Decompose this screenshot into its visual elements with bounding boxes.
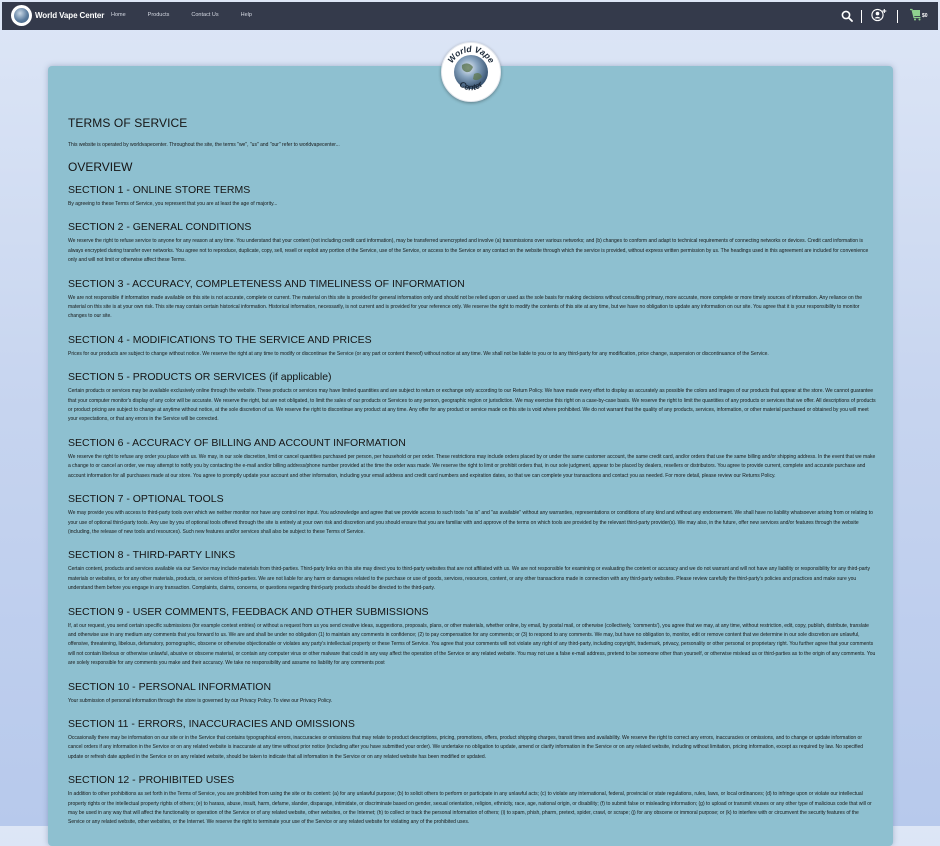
section-12: SECTION 12 - PROHIBITED USES In addition… <box>68 774 876 828</box>
nav-link-home[interactable]: Home <box>111 12 126 18</box>
section-heading: SECTION 2 - GENERAL CONDITIONS <box>68 221 252 234</box>
site-logo[interactable]: World Vape Center <box>441 42 501 102</box>
section-text: In addition to other prohibitions as set… <box>68 791 872 826</box>
section-heading: SECTION 7 - OPTIONAL TOOLS <box>68 493 224 506</box>
section-6: SECTION 6 - ACCURACY OF BILLING AND ACCO… <box>68 437 876 481</box>
section-text: Your submission of personal information … <box>68 697 333 704</box>
section-heading: SECTION 3 - ACCURACY, COMPLETENESS AND T… <box>68 277 465 290</box>
brand-name[interactable]: World Vape Center <box>35 11 104 20</box>
section-heading: SECTION 1 - ONLINE STORE TERMS <box>68 184 251 196</box>
section-text: Occasionally there may be information on… <box>68 734 864 760</box>
section-text: If, at our request, you send certain spe… <box>68 622 876 667</box>
section-text: We may provide you with access to third-… <box>68 510 873 535</box>
section-8: SECTION 8 - THIRD-PARTY LINKS Certain co… <box>68 549 876 593</box>
nav-link-help[interactable]: Help <box>241 12 252 18</box>
section-text: We reserve the right to refuse service t… <box>68 238 869 264</box>
section-heading: SECTION 10 - PERSONAL INFORMATION <box>68 680 272 693</box>
section-text: We are not responsible if information ma… <box>68 294 863 320</box>
section-heading: SECTION 9 - USER COMMENTS, FEEDBACK AND … <box>68 605 429 618</box>
section-text: We reserve the right to refuse any order… <box>68 453 876 479</box>
section-7: SECTION 7 - OPTIONAL TOOLS We may provid… <box>68 493 876 537</box>
page-title: TERMS OF SERVICE <box>68 116 188 130</box>
section-text: Certain content, products and services a… <box>68 566 871 592</box>
section-heading: SECTION 12 - PROHIBITED USES <box>68 774 235 787</box>
top-navbar: World Vape Center Home Products Contact … <box>2 2 938 30</box>
section-heading: SECTION 5 - PRODUCTS OR SERVICES (if app… <box>68 371 332 384</box>
section-heading: SECTION 6 - ACCURACY OF BILLING AND ACCO… <box>68 436 406 449</box>
section-1: SECTION 1 - ONLINE STORE TERMS By agreei… <box>68 184 876 209</box>
section-4: SECTION 4 - MODIFICATIONS TO THE SERVICE… <box>68 334 876 359</box>
section-3: SECTION 3 - ACCURACY, COMPLETENESS AND T… <box>68 278 876 322</box>
cart-count[interactable]: $0 <box>922 13 928 19</box>
user-plus-icon[interactable] <box>871 8 887 22</box>
nav-links: Home Products Contact Us Help <box>111 12 274 18</box>
nav-separator <box>897 10 898 23</box>
nav-separator <box>861 10 862 23</box>
terms-content: TERMS OF SERVICE This website is operate… <box>68 116 876 840</box>
section-10: SECTION 10 - PERSONAL INFORMATION Your s… <box>68 681 876 706</box>
section-heading: SECTION 11 - ERRORS, INACCURACIES AND OM… <box>68 717 355 730</box>
section-text: By agreeing to these Terms of Service, y… <box>68 201 278 207</box>
intro-text: This website is operated by worldvapecen… <box>68 142 340 148</box>
section-heading: SECTION 8 - THIRD-PARTY LINKS <box>68 549 236 562</box>
nav-link-contact[interactable]: Contact Us <box>191 12 218 18</box>
section-5: SECTION 5 - PRODUCTS OR SERVICES (if app… <box>68 371 876 425</box>
section-9: SECTION 9 - USER COMMENTS, FEEDBACK AND … <box>68 606 876 669</box>
section-2: SECTION 2 - GENERAL CONDITIONS We reserv… <box>68 221 876 265</box>
section-text: Prices for our products are subject to c… <box>68 350 769 357</box>
brand-logo[interactable] <box>11 5 32 26</box>
overview-heading: OVERVIEW <box>68 160 133 174</box>
brand[interactable]: World Vape Center <box>11 5 104 26</box>
section-11: SECTION 11 - ERRORS, INACCURACIES AND OM… <box>68 718 876 762</box>
nav-link-products[interactable]: Products <box>148 12 170 18</box>
section-text: Certain products or services may be avai… <box>68 388 876 423</box>
cart-icon[interactable] <box>909 8 923 22</box>
section-heading: SECTION 4 - MODIFICATIONS TO THE SERVICE… <box>68 333 372 346</box>
search-icon[interactable] <box>841 10 853 22</box>
